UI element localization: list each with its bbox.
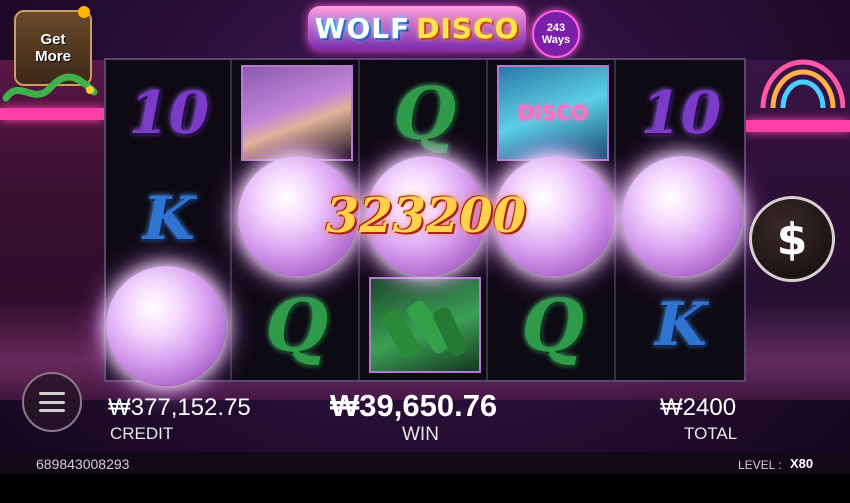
logo-word-wolf: WOLF	[314, 11, 411, 45]
logo-title: WOLF DISCO	[308, 6, 526, 50]
symbol-k: K	[142, 184, 196, 254]
dragon-icon	[2, 73, 98, 102]
symbol-cell: 10	[106, 60, 232, 166]
level-label: LEVEL :	[738, 458, 782, 472]
disco-ball-symbol	[106, 266, 226, 386]
round-id: 689843008293	[36, 456, 130, 472]
symbol-disco-sign: DISCO	[497, 65, 609, 161]
symbol-q: Q	[265, 282, 329, 368]
symbol-q: Q	[521, 282, 585, 368]
credit-label: CREDIT	[110, 424, 174, 443]
logo-word-disco: DISCO	[416, 11, 520, 45]
neon-arch-icon	[760, 59, 845, 109]
win-amount-overlay: 323200	[325, 188, 527, 244]
symbol-cell: Q	[490, 272, 616, 378]
symbol-woman	[241, 65, 353, 161]
symbol-cell: 10	[618, 60, 744, 166]
ways-number: 243	[546, 22, 566, 34]
total-bet-label: TOTAL	[684, 424, 738, 443]
symbol-cell: Q	[234, 272, 360, 378]
symbol-cell: Q	[362, 60, 488, 166]
win-value: ₩39,650.76	[330, 388, 498, 423]
symbol-cell	[362, 272, 488, 378]
total-bet-value[interactable]: ₩2400	[660, 394, 736, 422]
ways-label: Ways	[541, 34, 571, 46]
spin-button[interactable]: $	[749, 196, 835, 282]
symbol-10: 10	[128, 79, 210, 147]
disco-ball-symbol	[622, 156, 742, 276]
get-more-line2: More	[35, 48, 71, 65]
win-label: WIN	[402, 424, 439, 445]
symbol-cell: K	[106, 166, 232, 272]
level-value: X80	[790, 456, 814, 471]
get-more-line1: Get	[40, 31, 66, 48]
hamburger-menu-icon	[39, 392, 65, 412]
symbol-10: 10	[640, 79, 722, 147]
dollar-sign-icon: $	[776, 213, 808, 265]
symbol-cell: DISCO	[490, 60, 616, 166]
symbol-cell: K	[618, 272, 744, 378]
game-logo: WOLF DISCO 243 Ways	[300, 2, 580, 58]
bottom-margin	[0, 474, 850, 503]
notification-dot	[78, 6, 90, 18]
credit-value: ₩377,152.75	[108, 394, 251, 421]
symbol-k: K	[654, 290, 708, 360]
disco-sign-text: DISCO	[517, 101, 589, 125]
game-stage: Get More WOLF DISCO 243 Ways 10 K Q Q DI…	[0, 0, 850, 503]
symbol-cell	[234, 60, 360, 166]
symbol-q: Q	[393, 70, 457, 156]
ways-badge: 243 Ways	[532, 10, 580, 58]
menu-button[interactable]	[22, 372, 82, 432]
symbol-bottles	[369, 277, 481, 373]
neon-strip-right	[746, 120, 850, 132]
